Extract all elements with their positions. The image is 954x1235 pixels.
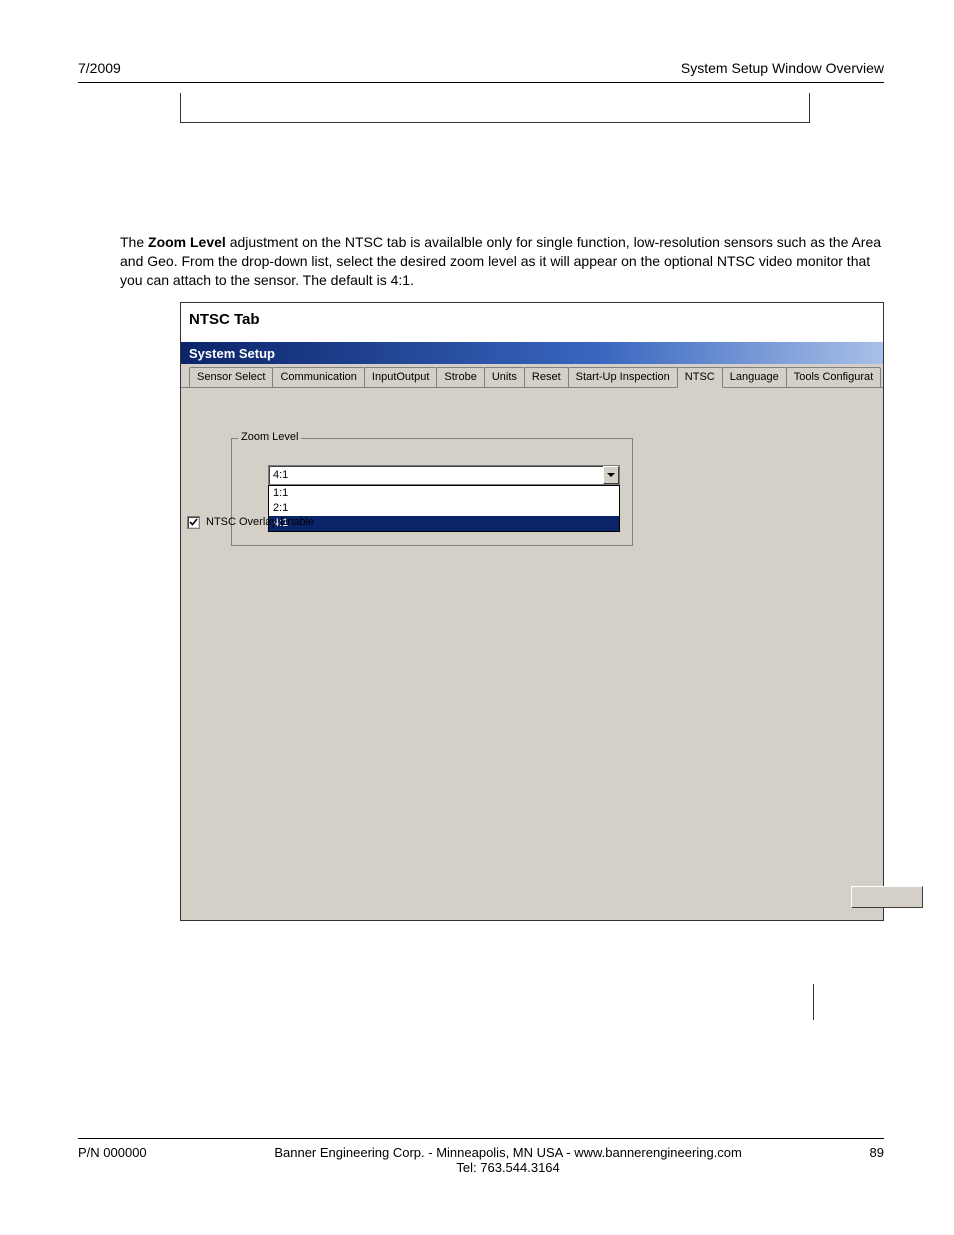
figure-frame: NTSC Tab System Setup Sensor Select Comm…: [180, 302, 884, 921]
tab-language[interactable]: Language: [722, 367, 787, 387]
body-paragraph: The Zoom Level adjustment on the NTSC ta…: [78, 233, 884, 290]
tab-reset[interactable]: Reset: [524, 367, 569, 387]
tab-client-area: Zoom Level 4:1 1:1 2:1 4:1: [181, 388, 883, 920]
zoom-level-groupbox: Zoom Level 4:1 1:1 2:1 4:1: [231, 438, 633, 546]
dialog-button[interactable]: [851, 886, 923, 908]
paragraph-bold-lead: Zoom Level: [148, 234, 226, 250]
tab-strobe[interactable]: Strobe: [436, 367, 484, 387]
footer-company-line: Banner Engineering Corp. - Minneapolis, …: [147, 1145, 870, 1160]
header-section: System Setup Window Overview: [681, 60, 884, 76]
tab-communication[interactable]: Communication: [272, 367, 364, 387]
zoom-level-combobox[interactable]: 4:1: [268, 465, 620, 485]
window-titlebar: System Setup: [181, 342, 883, 364]
tabstrip: Sensor Select Communication InputOutput …: [181, 364, 883, 388]
tab-sensor-select[interactable]: Sensor Select: [189, 367, 273, 387]
page-header: 7/2009 System Setup Window Overview: [78, 60, 884, 83]
footer-center: Banner Engineering Corp. - Minneapolis, …: [147, 1145, 870, 1175]
tab-ntsc[interactable]: NTSC: [677, 367, 723, 388]
chevron-down-icon: [607, 473, 615, 477]
figure-title: NTSC Tab: [181, 303, 883, 342]
tab-units[interactable]: Units: [484, 367, 525, 387]
ntsc-overlay-checkbox-row: NTSC Overlay Enable: [187, 516, 314, 529]
combo-dropdown-button[interactable]: [603, 466, 619, 484]
paragraph-prefix: The: [120, 234, 148, 250]
zoom-level-dropdown-list: 1:1 2:1 4:1: [268, 485, 620, 532]
footer-tel-line: Tel: 763.544.3164: [147, 1160, 870, 1175]
footer-part-number: P/N 000000: [78, 1145, 147, 1175]
system-setup-window: System Setup Sensor Select Communication…: [181, 342, 883, 920]
ntsc-overlay-enable-label: NTSC Overlay Enable: [206, 516, 314, 528]
window-title-text: System Setup: [189, 346, 275, 361]
dialog-button-area: [851, 886, 923, 910]
header-date: 7/2009: [78, 60, 121, 76]
checkmark-icon: [189, 518, 198, 527]
footer-page-number: 89: [870, 1145, 884, 1175]
ntsc-overlay-enable-checkbox[interactable]: [187, 516, 200, 529]
page-footer: P/N 000000 Banner Engineering Corp. - Mi…: [78, 1138, 884, 1175]
tab-tools-configuration[interactable]: Tools Configurat: [786, 367, 882, 387]
tab-startup-inspection[interactable]: Start-Up Inspection: [568, 367, 678, 387]
dropdown-option-1-1[interactable]: 1:1: [269, 486, 619, 501]
dropdown-option-2-1[interactable]: 2:1: [269, 501, 619, 516]
dropdown-option-4-1[interactable]: 4:1: [269, 516, 619, 531]
previous-table-fragment: [180, 93, 810, 123]
paragraph-rest: adjustment on the NTSC tab is availalble…: [120, 234, 881, 288]
combo-selected-value: 4:1: [269, 469, 603, 481]
groupbox-legend: Zoom Level: [238, 431, 301, 443]
right-divider-fragment: [813, 984, 814, 1020]
tab-inputoutput[interactable]: InputOutput: [364, 367, 438, 387]
